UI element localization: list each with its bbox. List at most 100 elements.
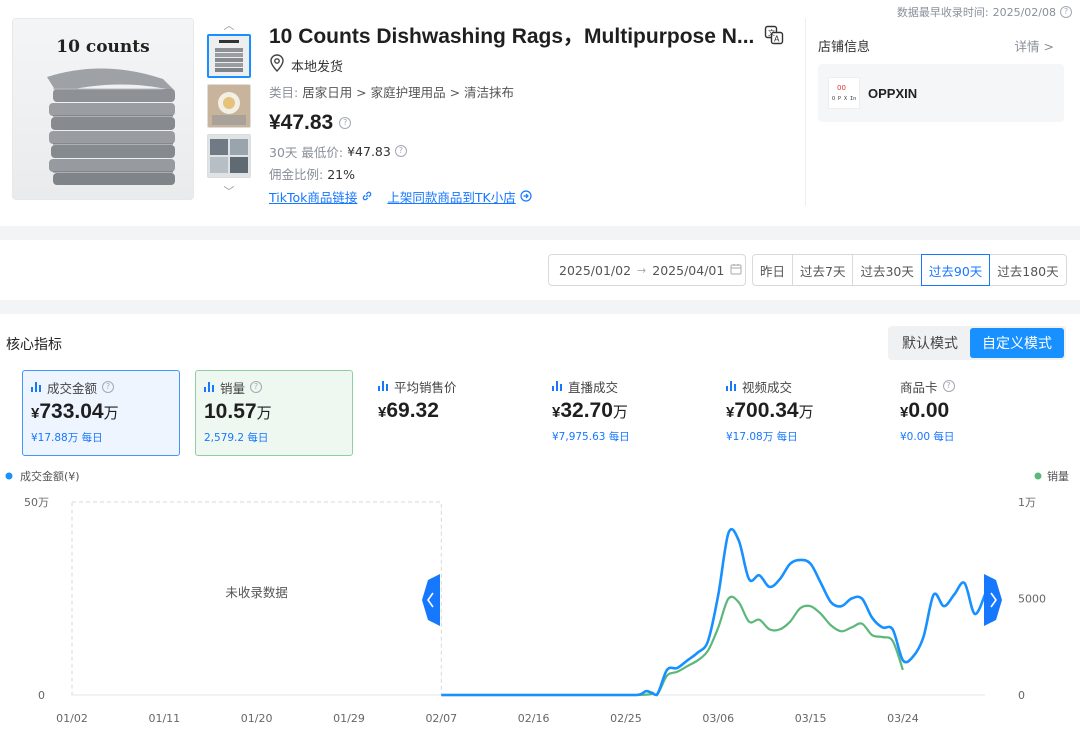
chevron-down-icon[interactable]: ﹀	[206, 184, 252, 200]
metric-label: 平均销售价	[394, 379, 457, 395]
period-selector: 昨日 过去7天 过去30天 过去90天 过去180天	[752, 254, 1067, 286]
arrow-right-icon: →	[637, 263, 647, 277]
period-180d[interactable]: 过去180天	[989, 254, 1067, 286]
metric-number: 10.57	[204, 400, 257, 423]
metric-label: 直播成交	[568, 379, 619, 395]
metric-number: 733.04	[39, 400, 104, 423]
metric-currency: ¥	[726, 404, 735, 421]
metric-number: 32.70	[560, 399, 613, 422]
arrow-circle-right-icon	[520, 190, 532, 202]
thumbnail-1[interactable]	[207, 34, 251, 78]
earliest-date: 2025/02/08	[992, 5, 1056, 19]
lowest-price-value: ¥47.83	[347, 143, 391, 159]
metric-label: 商品卡	[900, 379, 938, 395]
x-tick-label: 02/25	[610, 712, 642, 725]
x-tick-label: 03/06	[702, 712, 734, 725]
category-path: 居家日用 > 家庭护理用品 > 清洁抹布	[302, 85, 515, 100]
metric-currency: ¥	[378, 404, 387, 421]
chart-handle-right[interactable]	[984, 574, 1002, 626]
chevron-up-icon[interactable]: ︿	[206, 18, 252, 34]
help-icon[interactable]: ?	[250, 381, 263, 393]
product-info: 10 Counts Dishwashing Rags，Multipurpose …	[269, 20, 789, 205]
store-card[interactable]: 00 O P X In OPPXIN	[818, 64, 1064, 122]
trend-chart: 成交金额(¥) 销量 50万 0 1万 5000 0 未收录数据 01/02 01/11 01/20…	[5, 469, 1069, 725]
metric-card[interactable]: 销量? 10.57 万 2,579.2 每日	[195, 370, 353, 456]
link-icon	[363, 191, 372, 201]
product-main-image[interactable]: 10 counts	[12, 18, 194, 200]
bar-chart-icon	[378, 381, 389, 391]
help-icon[interactable]: ?	[1060, 6, 1072, 18]
store-info-label: 店铺信息	[818, 40, 871, 55]
help-icon[interactable]: ?	[942, 380, 955, 392]
metric-currency: ¥	[31, 405, 40, 422]
mode-custom[interactable]: 自定义模式	[970, 328, 1064, 358]
category-label: 类目:	[269, 85, 299, 100]
metric-daily: ¥17.88万 每日	[31, 432, 103, 444]
metric-currency: ¥	[552, 404, 561, 421]
thumbnail-3[interactable]	[207, 134, 251, 178]
no-data-label: 未收录数据	[225, 585, 288, 600]
product-title[interactable]: 10 Counts Dishwashing Rags，Multipurpose …	[269, 20, 754, 50]
lowest-price-label: 30天 最低价:	[269, 144, 344, 160]
metric-card[interactable]: 成交金额? ¥733.04 万 ¥17.88万 每日	[22, 370, 180, 456]
date-end[interactable]: 2025/04/01	[652, 263, 724, 278]
x-tick-label: 02/07	[425, 712, 457, 725]
metric-value: ¥69.32	[378, 399, 528, 425]
date-range-picker[interactable]: 2025/01/02 → 2025/04/01	[548, 254, 746, 286]
bar-chart-icon	[31, 382, 42, 392]
metric-card[interactable]: 视频成交 ¥700.34 万 ¥17.08万 每日	[718, 370, 876, 456]
legend-marker-sales	[1034, 472, 1042, 480]
metric-label: 销量	[220, 380, 246, 396]
bar-chart-icon	[552, 381, 563, 391]
metric-label: 成交金额	[47, 380, 98, 396]
y-right-tick: 1万	[1018, 496, 1036, 509]
svg-text:A: A	[774, 35, 780, 44]
metric-daily: 2,579.2 每日	[204, 432, 269, 444]
commission-label: 佣金比例:	[269, 167, 324, 182]
translate-icon[interactable]: 文A	[764, 25, 784, 45]
thumbnail-2[interactable]	[207, 84, 251, 128]
metric-value: ¥733.04 万	[31, 400, 179, 426]
metric-card[interactable]: 平均销售价 ¥69.32	[370, 370, 528, 456]
help-icon[interactable]: ?	[339, 117, 352, 129]
period-7d[interactable]: 过去7天	[792, 254, 854, 286]
commission-value: 21%	[327, 167, 355, 182]
metric-daily: ¥17.08万 每日	[726, 431, 798, 443]
x-tick-label: 02/16	[518, 712, 550, 725]
calendar-icon[interactable]	[730, 263, 742, 278]
metric-label-row: 成交金额?	[31, 379, 179, 396]
list-to-shop-link[interactable]: 上架同款商品到TK小店	[387, 187, 532, 206]
section-title: 核心指标	[6, 337, 62, 353]
metric-card[interactable]: 商品卡? ¥0.00 ¥0.00 每日	[892, 370, 1050, 456]
date-filter-bar: 2025/01/02 → 2025/04/01 昨日 过去7天 过去30天 过去…	[0, 240, 1080, 300]
period-30d[interactable]: 过去30天	[852, 254, 922, 286]
metric-daily	[378, 429, 528, 443]
metric-label-row: 视频成交	[726, 378, 876, 395]
metric-value: ¥700.34 万	[726, 399, 876, 425]
legend-sales: 销量	[1047, 469, 1069, 483]
bar-chart-icon	[204, 382, 215, 392]
help-icon[interactable]: ?	[394, 145, 407, 157]
help-icon[interactable]: ?	[102, 381, 115, 393]
bar-chart-icon	[726, 381, 737, 391]
period-yesterday[interactable]: 昨日	[752, 254, 794, 286]
series-line-amount	[441, 527, 987, 697]
metric-label: 视频成交	[742, 379, 793, 395]
product-price: ¥47.83	[269, 111, 334, 134]
store-detail-link[interactable]: 详情 >	[1015, 36, 1054, 55]
rag-stack-illustration	[47, 68, 175, 185]
y-left-tick: 0	[38, 689, 45, 702]
period-90d[interactable]: 过去90天	[920, 254, 991, 286]
date-start[interactable]: 2025/01/02	[559, 263, 631, 278]
mode-default[interactable]: 默认模式	[890, 328, 970, 358]
metric-label-row: 商品卡?	[900, 378, 1050, 395]
tiktok-product-link[interactable]: TikTok商品链接	[269, 187, 373, 206]
earliest-record: 数据最早收录时间: 2025/02/08 ?	[897, 4, 1072, 20]
metric-value: ¥32.70 万	[552, 399, 702, 425]
tiktok-link-label: TikTok商品链接	[269, 189, 358, 205]
metric-number: 69.32	[386, 399, 439, 422]
product-panel: 数据最早收录时间: 2025/02/08 ? 10 counts ︿ ﹀ 10 …	[0, 0, 1080, 226]
metric-label-row: 平均销售价	[378, 378, 528, 395]
metric-card[interactable]: 直播成交 ¥32.70 万 ¥7,975.63 每日	[544, 370, 702, 456]
metric-label-row: 销量?	[204, 379, 352, 396]
